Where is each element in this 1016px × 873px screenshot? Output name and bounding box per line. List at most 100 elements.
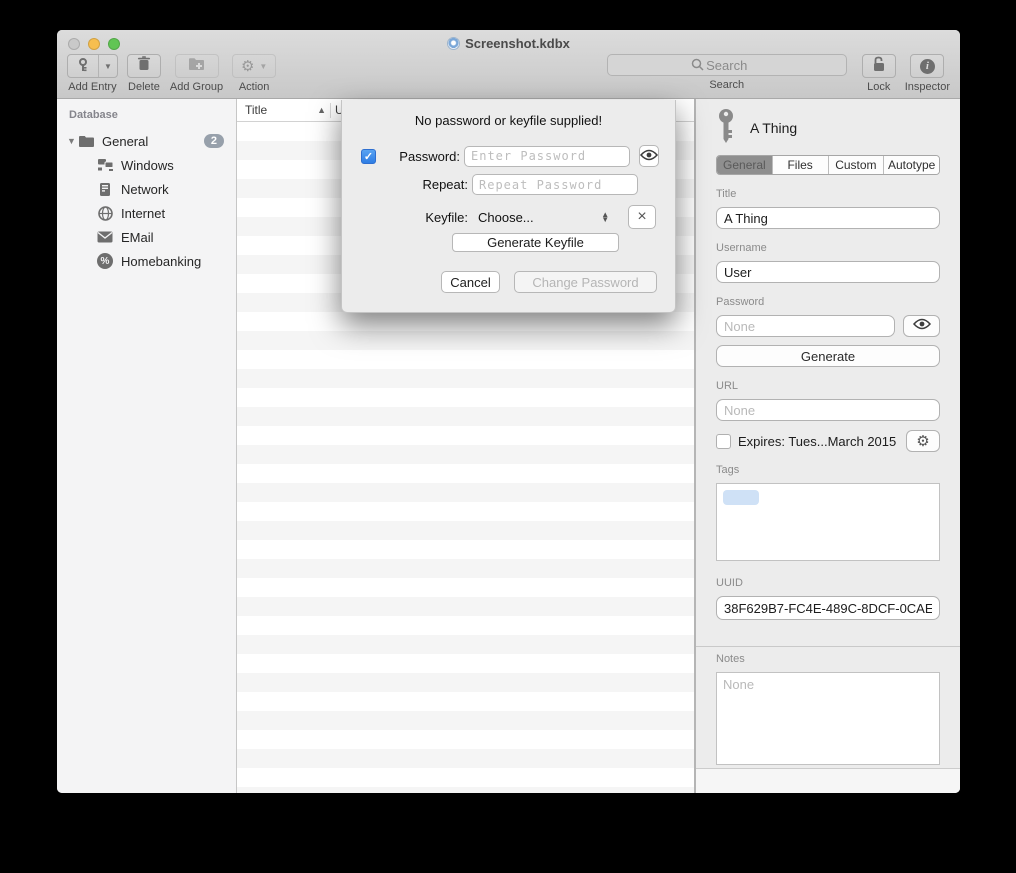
- gear-icon: ⚙: [241, 59, 254, 74]
- sidebar-item-label: Internet: [121, 206, 165, 221]
- window-title: Screenshot.kdbx: [57, 36, 960, 51]
- sort-ascending-icon: ▲: [317, 105, 326, 115]
- globe-icon: [96, 205, 114, 221]
- percent-icon: %: [96, 253, 114, 269]
- reveal-password-button[interactable]: [903, 315, 940, 337]
- desktop-background: Screenshot.kdbx ▼ Add Entry: [0, 0, 1016, 873]
- lock-tool: Lock: [862, 54, 896, 93]
- add-entry-dropdown[interactable]: ▼: [98, 55, 117, 77]
- repeat-label: Repeat:: [380, 177, 468, 192]
- sidebar-item-label: EMail: [121, 230, 154, 245]
- tag-chip[interactable]: [723, 490, 759, 505]
- group-sidebar: Database ▼ General 2 Windows: [57, 99, 237, 793]
- sidebar-item-label: Windows: [121, 158, 174, 173]
- delete-tool: Delete: [127, 54, 161, 93]
- close-x-icon: ×: [637, 208, 646, 226]
- trash-icon: [137, 56, 151, 76]
- eye-icon: [640, 149, 658, 164]
- mail-icon: [96, 229, 114, 245]
- reveal-password-button[interactable]: [639, 145, 659, 167]
- inspector-footer: [696, 768, 960, 793]
- disclosure-triangle-icon[interactable]: ▼: [67, 136, 77, 146]
- tags-label: Tags: [716, 464, 940, 476]
- sidebar-section-header: Database: [57, 107, 236, 129]
- password-field[interactable]: [716, 315, 895, 337]
- expires-label: Expires: Tues...March 2015: [738, 434, 896, 449]
- sidebar-item-internet[interactable]: Internet: [57, 201, 236, 225]
- password-field-label: Password: [716, 296, 940, 308]
- search-tool: Search: [607, 54, 847, 91]
- inspector-tool: i Inspector: [905, 54, 950, 93]
- tab-general[interactable]: General: [717, 156, 772, 174]
- entry-header: A Thing: [716, 110, 940, 146]
- notes-label: Notes: [716, 653, 940, 665]
- inspector-label: Inspector: [905, 81, 950, 93]
- sidebar-item-label: Network: [121, 182, 169, 197]
- tab-autotype[interactable]: Autotype: [883, 156, 939, 174]
- repeat-password-input[interactable]: [472, 174, 638, 195]
- lock-button[interactable]: [862, 54, 896, 78]
- generate-keyfile-button[interactable]: Generate Keyfile: [452, 233, 619, 252]
- sidebar-item-general[interactable]: ▼ General 2: [57, 129, 236, 153]
- lock-icon: [872, 56, 886, 77]
- url-field-label: URL: [716, 380, 940, 392]
- sidebar-item-label: Homebanking: [121, 254, 201, 269]
- uuid-field[interactable]: [716, 596, 940, 620]
- change-password-button[interactable]: Change Password: [514, 271, 657, 293]
- expires-row: Expires: Tues...March 2015 ⚙: [716, 430, 940, 452]
- sidebar-item-network[interactable]: Network: [57, 177, 236, 201]
- sidebar-item-windows[interactable]: Windows: [57, 153, 236, 177]
- sidebar-item-homebanking[interactable]: % Homebanking: [57, 249, 236, 273]
- keyfile-label: Keyfile:: [380, 210, 468, 225]
- uuid-label: UUID: [716, 577, 940, 589]
- password-label: Password:: [376, 149, 460, 164]
- url-field[interactable]: [716, 399, 940, 421]
- document-icon: [447, 37, 460, 50]
- gear-icon: ⚙: [916, 434, 929, 449]
- info-icon: i: [920, 59, 935, 74]
- key-icon: [716, 108, 736, 149]
- generate-password-button[interactable]: Generate: [716, 345, 940, 367]
- username-field[interactable]: [716, 261, 940, 283]
- inspector-button[interactable]: i: [910, 54, 944, 78]
- column-header-title[interactable]: Title ▲: [237, 103, 330, 117]
- notes-field[interactable]: [716, 672, 940, 765]
- stepper-icon: ▲▼: [601, 212, 609, 222]
- folder-plus-icon: [188, 57, 205, 76]
- eye-icon: [913, 317, 931, 335]
- sidebar-item-email[interactable]: EMail: [57, 225, 236, 249]
- toolbar: ▼ Add Entry Delete: [67, 54, 950, 93]
- add-group-tool: Add Group: [170, 54, 223, 93]
- add-entry-button[interactable]: ▼: [67, 54, 118, 78]
- title-field-label: Title: [716, 188, 940, 200]
- search-label: Search: [709, 79, 744, 91]
- keyfile-popup[interactable]: Choose... ▲▼: [468, 210, 619, 225]
- entry-count-badge: 2: [204, 134, 224, 148]
- tags-box[interactable]: [716, 483, 940, 561]
- cancel-button[interactable]: Cancel: [441, 271, 500, 293]
- inspector-panel: A Thing General Files Custom Autotype Ti…: [695, 99, 960, 793]
- notes-divider: [696, 646, 960, 647]
- sheet-message: No password or keyfile supplied!: [342, 113, 675, 128]
- inspector-tabs: General Files Custom Autotype: [716, 155, 940, 175]
- username-field-label: Username: [716, 242, 940, 254]
- sidebar-item-label: General: [102, 134, 148, 149]
- add-group-label: Add Group: [170, 81, 223, 93]
- lock-label: Lock: [867, 81, 890, 93]
- add-entry-tool: ▼ Add Entry: [67, 54, 118, 93]
- search-input[interactable]: [607, 54, 847, 76]
- clear-keyfile-button[interactable]: ×: [628, 205, 656, 229]
- expires-settings-button[interactable]: ⚙: [906, 430, 940, 452]
- add-group-button[interactable]: [175, 54, 219, 78]
- change-password-sheet: No password or keyfile supplied! ✓ Passw…: [341, 100, 676, 313]
- workstations-icon: [96, 157, 114, 173]
- tab-files[interactable]: Files: [772, 156, 828, 174]
- tab-custom[interactable]: Custom: [828, 156, 884, 174]
- delete-button[interactable]: [127, 54, 161, 78]
- title-field[interactable]: [716, 207, 940, 229]
- expires-checkbox[interactable]: [716, 434, 731, 449]
- enter-password-input[interactable]: [464, 146, 630, 167]
- action-button[interactable]: ⚙ ▼: [232, 54, 276, 78]
- chevron-down-icon: ▼: [259, 62, 267, 71]
- password-checkbox[interactable]: ✓: [361, 149, 376, 164]
